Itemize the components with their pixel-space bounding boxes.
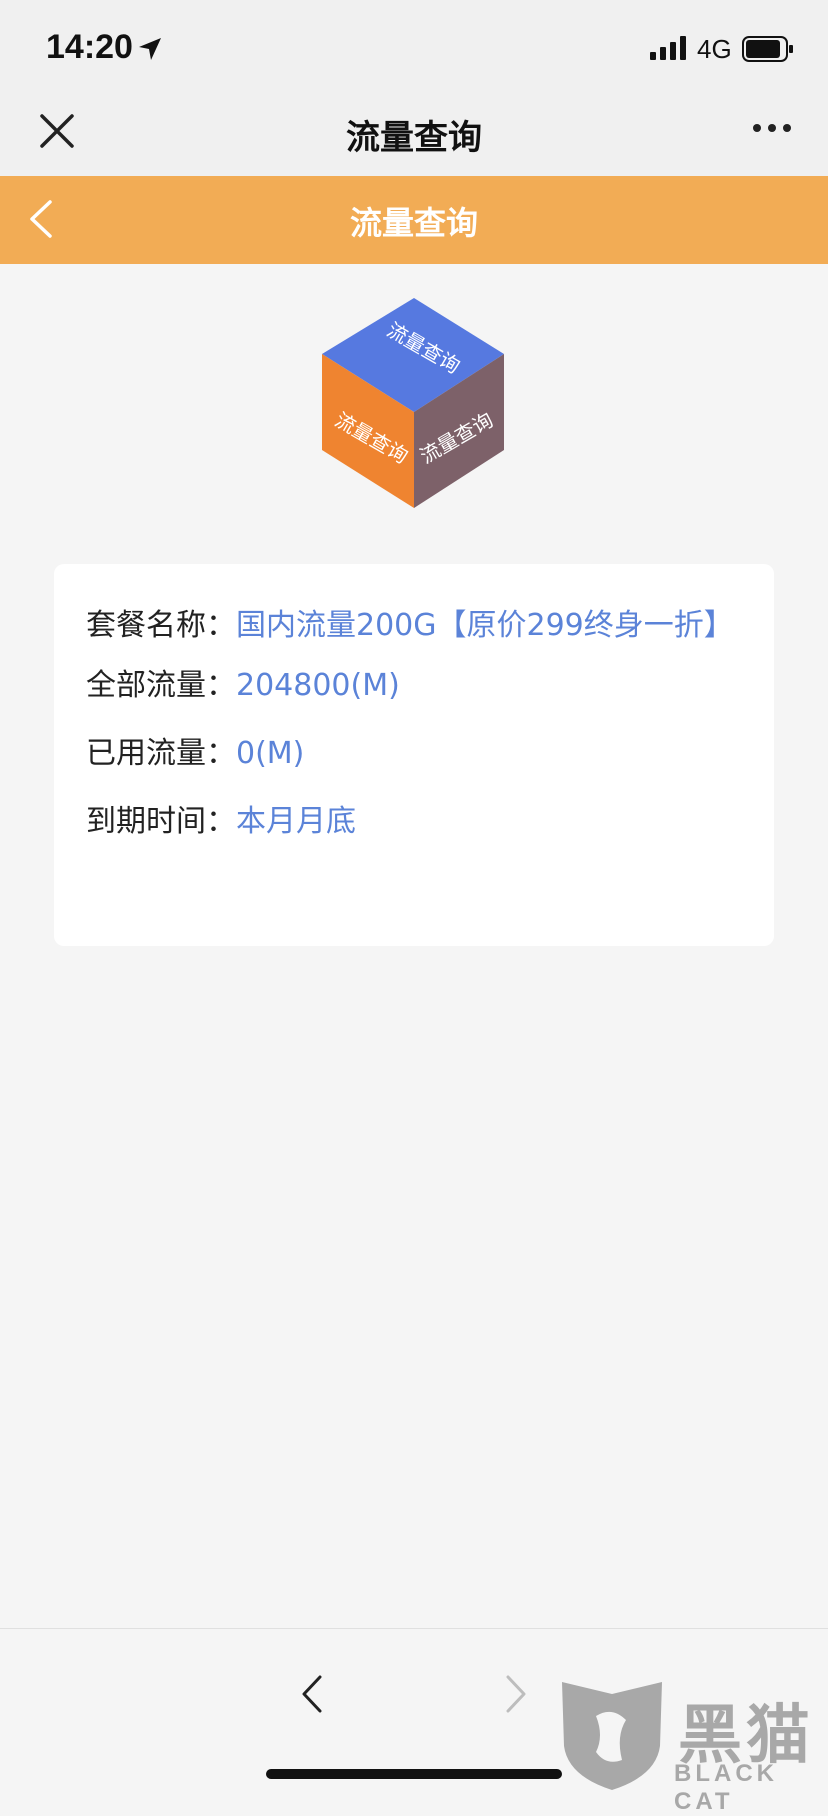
cat-shield-icon	[562, 1682, 662, 1790]
more-icon[interactable]	[752, 122, 792, 134]
plan-name-row: 套餐名称：国内流量200G【原价299终身一折】	[86, 602, 746, 650]
nav-forward-icon[interactable]	[504, 1673, 528, 1715]
plan-name-label: 套餐名称：	[86, 608, 236, 643]
flow-query-cube-logo: 流量查询 流量查询 流量查询	[322, 298, 504, 508]
expiry-label: 到期时间：	[86, 804, 236, 839]
used-data-value: 0(M)	[236, 736, 305, 771]
black-cat-watermark: 黑猫 BLACK CAT	[556, 1676, 828, 1815]
total-data-label: 全部流量：	[86, 668, 236, 703]
used-data-label: 已用流量：	[86, 736, 236, 771]
expiry-value: 本月月底	[236, 804, 356, 839]
network-type: 4G	[697, 34, 732, 64]
wechat-page-title: 流量查询	[346, 118, 482, 158]
total-data-row: 全部流量：204800(M)	[86, 662, 400, 710]
battery-icon	[742, 36, 793, 62]
location-arrow-icon	[139, 38, 161, 60]
watermark-en: BLACK CAT	[674, 1760, 778, 1815]
wechat-nav-bar: 流量查询	[0, 96, 828, 176]
expiry-row: 到期时间：本月月底	[86, 798, 356, 846]
used-data-row: 已用流量：0(M)	[86, 730, 304, 778]
home-indicator	[266, 1769, 562, 1779]
status-time: 14:20	[46, 28, 133, 66]
page-header: 流量查询	[0, 176, 828, 264]
total-data-value: 204800(M)	[236, 668, 400, 703]
plan-info-card: 套餐名称：国内流量200G【原价299终身一折】 全部流量：204800(M) …	[54, 564, 774, 946]
status-bar: 14:20 4G	[0, 0, 828, 96]
plan-name-value: 国内流量200G【原价299终身一折】	[236, 608, 734, 643]
signal-icon	[650, 36, 686, 60]
page-header-title: 流量查询	[349, 204, 478, 242]
nav-back-icon[interactable]	[300, 1673, 324, 1715]
